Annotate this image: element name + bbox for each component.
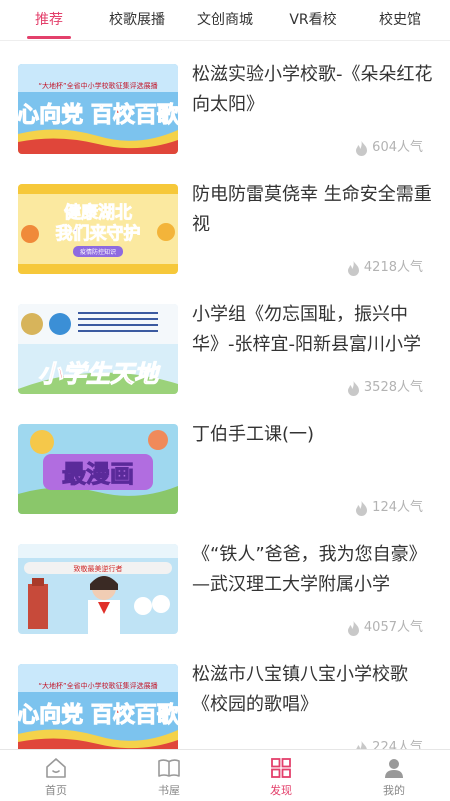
popularity-label: 604人气 (372, 140, 423, 155)
video-thumbnail[interactable]: 致敬最美逆行者 (18, 544, 178, 634)
nav-profile-label: 我的 (383, 784, 405, 797)
fire-icon (356, 500, 368, 516)
thumb-subheadline: 我们来守护 (56, 223, 141, 244)
nav-discover-label: 发现 (270, 784, 292, 797)
book-icon (158, 759, 180, 777)
list-item[interactable]: “大地杯”全省中小学校歌征集评选展播 心向党 百校百歌 松滋实验小学校歌-《朵朵… (0, 64, 450, 184)
list-item[interactable]: 最漫画 丁伯手工课(一) 124人气 (0, 424, 450, 544)
tab-vr[interactable]: VR看校 (278, 0, 348, 40)
video-thumbnail[interactable]: 最漫画 (18, 424, 178, 514)
list-item[interactable]: 小学生天地 小学组《勿忘国耻，振兴中华》-张梓宜-阳新县富川小学 3528人气 (0, 304, 450, 424)
nav-bookstore[interactable]: 书屋 (129, 750, 209, 801)
nav-bookstore-label: 书屋 (158, 784, 180, 797)
tab-history[interactable]: 校史馆 (370, 0, 430, 40)
thumb-headline: 心向党 百校百歌 (18, 702, 178, 728)
list-item[interactable]: 致敬最美逆行者 《“铁人”爸爸，我为您自豪》—武汉理工大学附属小学 4057人气 (0, 544, 450, 664)
nav-discover[interactable]: 发现 (241, 750, 321, 801)
thumb-caption: 致敬最美逆行者 (74, 564, 123, 573)
video-thumbnail[interactable]: 小学生天地 (18, 304, 178, 394)
thumb-headline: 健康湖北 (64, 202, 132, 223)
top-tab-bar: 推荐 校歌展播 文创商城 VR看校 校史馆 (0, 0, 450, 41)
thumb-headline: 最漫画 (62, 460, 134, 488)
item-title[interactable]: 松滋实验小学校歌-《朵朵红花向太阳》 (192, 60, 436, 120)
list-item[interactable]: 健康湖北 我们来守护 疫情防控知识 防电防雷莫侥幸 生命安全需重视 4218人气 (0, 184, 450, 304)
popularity-count: 4218人气 (347, 259, 423, 277)
thumb-caption: “大地杯”全省中小学校歌征集评选展播 (38, 681, 157, 690)
thumb-tag: 疫情防控知识 (80, 248, 116, 256)
popularity-label: 4218人气 (363, 260, 423, 275)
video-thumbnail[interactable]: “大地杯”全省中小学校歌征集评选展播 心向党 百校百歌 (18, 64, 178, 154)
fire-icon (356, 140, 368, 156)
video-thumbnail[interactable]: “大地杯”全省中小学校歌征集评选展播 心向党 百校百歌 (18, 664, 178, 754)
fire-icon (347, 620, 359, 636)
thumb-headline: 小学生天地 (38, 360, 161, 388)
thumb-headline: 心向党 百校百歌 (18, 102, 178, 128)
thumb-caption: “大地杯”全省中小学校歌征集评选展播 (38, 81, 157, 90)
item-title[interactable]: 小学组《勿忘国耻，振兴中华》-张梓宜-阳新县富川小学 (192, 300, 436, 360)
popularity-label: 3528人气 (363, 380, 423, 395)
item-title[interactable]: 防电防雷莫侥幸 生命安全需重视 (192, 180, 436, 240)
tab-recommend[interactable]: 推荐 (27, 0, 71, 40)
fire-icon (347, 380, 359, 396)
tab-shop[interactable]: 文创商城 (188, 0, 262, 40)
user-icon (385, 759, 403, 778)
popularity-count: 124人气 (355, 499, 423, 517)
video-thumbnail[interactable]: 健康湖北 我们来守护 疫情防控知识 (18, 184, 178, 274)
active-tab-indicator (27, 36, 71, 39)
item-title[interactable]: 《“铁人”爸爸，我为您自豪》—武汉理工大学附属小学 (192, 540, 436, 600)
popularity-label: 4057人气 (363, 620, 423, 635)
tab-school-song[interactable]: 校歌展播 (100, 0, 174, 40)
popularity-count: 4057人气 (347, 619, 423, 637)
item-title[interactable]: 松滋市八宝镇八宝小学校歌《校园的歌唱》 (192, 660, 436, 720)
popularity-count: 604人气 (355, 139, 423, 157)
popularity-count: 3528人气 (347, 379, 423, 397)
nav-profile[interactable]: 我的 (354, 750, 434, 801)
nav-home-label: 首页 (45, 784, 67, 797)
discover-icon (271, 758, 291, 778)
nav-home[interactable]: 首页 (16, 750, 96, 801)
popularity-label: 124人气 (372, 500, 423, 515)
fire-icon (347, 260, 359, 276)
item-title[interactable]: 丁伯手工课(一) (192, 420, 436, 450)
home-icon (46, 758, 66, 778)
bottom-nav-bar: 首页 书屋 发现 我的 (0, 749, 450, 801)
